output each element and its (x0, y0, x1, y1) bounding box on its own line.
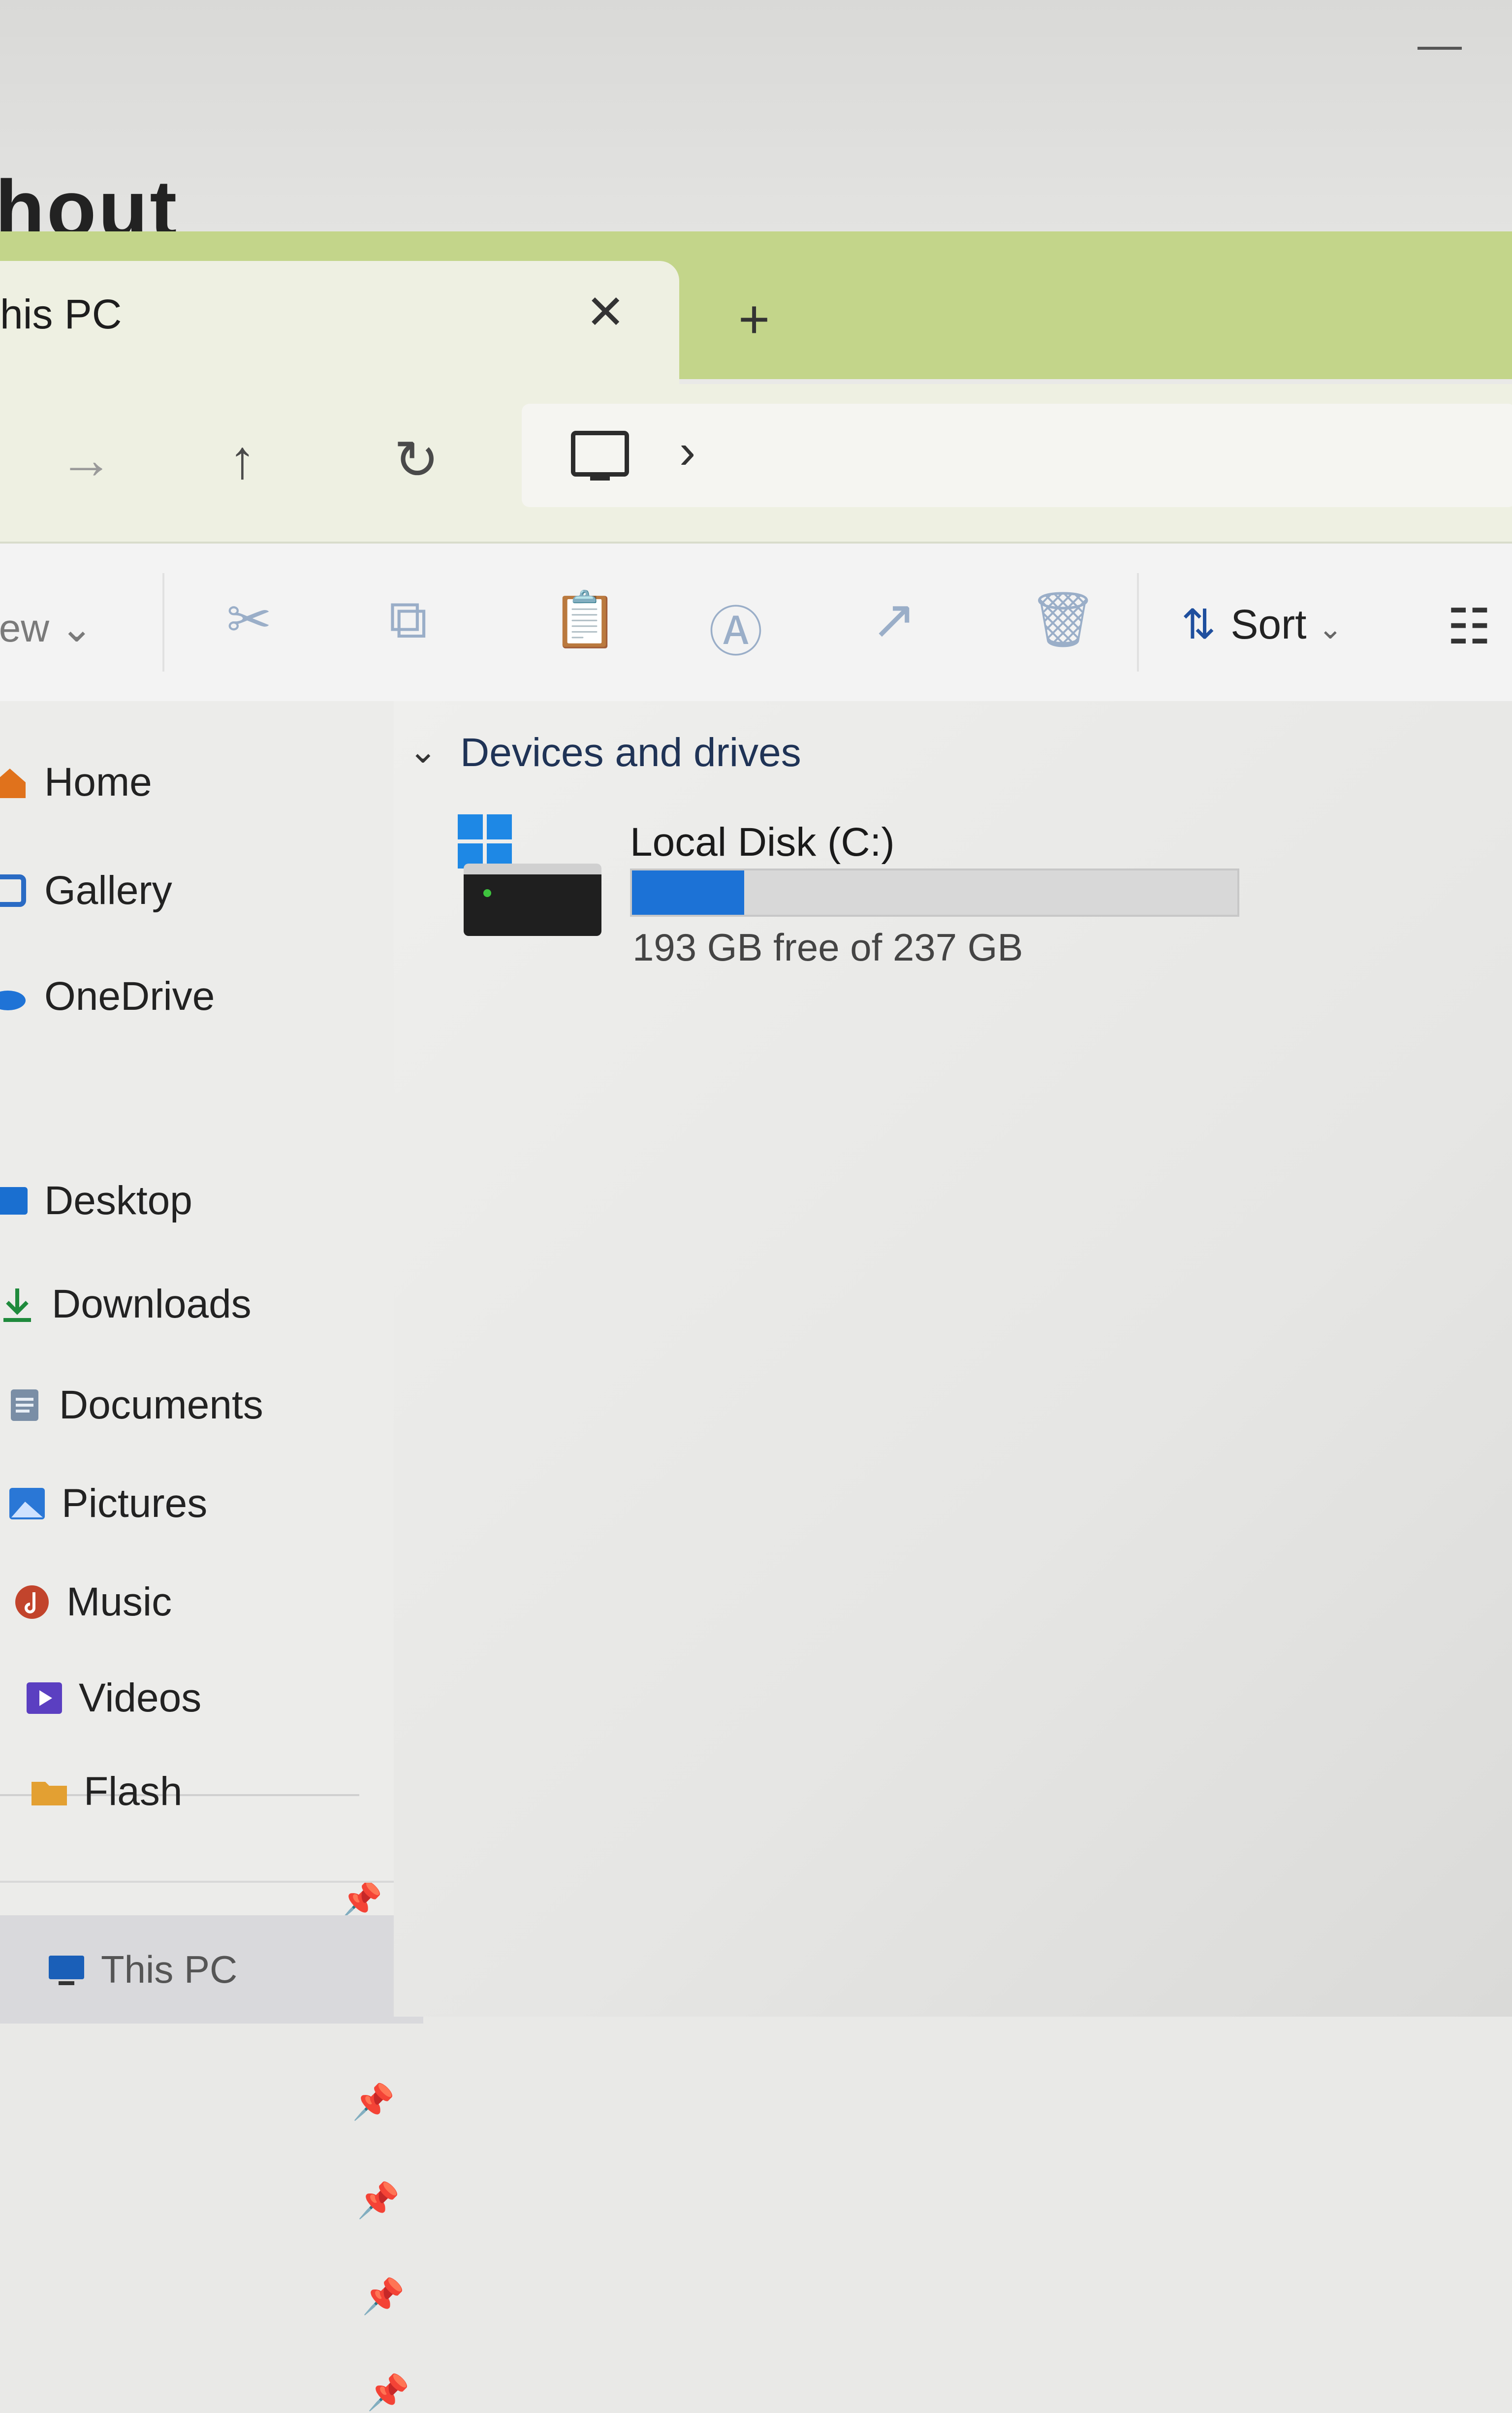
copy-icon[interactable]: ⧉ (389, 588, 428, 651)
documents-icon (11, 1389, 38, 1421)
windows-logo-icon (458, 814, 512, 869)
sidebar-item-downloads[interactable]: Downloads (0, 1272, 252, 1336)
paste-icon[interactable]: 📋 (551, 588, 619, 651)
sidebar-item-label: Desktop (44, 1178, 192, 1223)
divider (162, 573, 164, 672)
forward-icon[interactable]: → (59, 428, 113, 491)
command-bar: lew ⌄ ✂ ⧉ 📋 Ⓐ ↗ 🗑 ⇅ Sort ⌄ ☷ (0, 542, 1512, 703)
onedrive-icon (0, 991, 26, 1010)
sidebar-item-label: Home (44, 760, 152, 804)
sidebar-item-onedrive[interactable]: OneDrive (0, 965, 215, 1029)
drive-usage-fill (632, 870, 745, 915)
close-tab-icon[interactable]: ✕ (586, 285, 625, 340)
up-icon[interactable]: ↑ (229, 428, 256, 491)
rename-icon[interactable]: Ⓐ (709, 588, 763, 667)
desktop-icon (0, 1187, 28, 1215)
sidebar-item-documents[interactable]: Documents (5, 1373, 263, 1437)
sidebar-item-label: Videos (79, 1675, 202, 1720)
sidebar-item-label: Documents (59, 1383, 263, 1427)
desktop-background (0, 0, 1512, 256)
sort-icon: ⇅ (1181, 601, 1216, 647)
videos-icon (27, 1682, 62, 1714)
gallery-icon (0, 874, 26, 907)
folder-icon (32, 1782, 67, 1805)
cut-icon[interactable]: ✂ (226, 588, 272, 651)
sidebar-divider (0, 1881, 423, 1883)
pin-icon[interactable]: 📌 (367, 2373, 410, 2413)
drive-name: Local Disk (C:) (630, 820, 895, 865)
this-pc-icon (49, 1956, 84, 1985)
chevron-down-icon[interactable]: ⌄ (409, 731, 438, 771)
sidebar-item-label: Gallery (44, 868, 172, 913)
tab-this-pc[interactable]: his PC ✕ (0, 261, 679, 384)
new-tab-button[interactable]: + (738, 288, 770, 351)
sidebar-item-label: This PC (101, 1947, 238, 1991)
sidebar-item-music[interactable]: Music (12, 1570, 172, 1634)
downloads-icon (3, 1288, 31, 1322)
sidebar-item-this-pc[interactable]: This PC (0, 1915, 423, 2024)
sidebar-item-label: Downloads (52, 1282, 252, 1326)
pin-icon[interactable]: 📌 (352, 2082, 395, 2123)
delete-icon[interactable]: 🗑 (1029, 588, 1098, 651)
pictures-icon (9, 1488, 45, 1519)
file-list-pane: ⌄ Devices and drives Local Disk (C:) 193… (394, 701, 1512, 2017)
sidebar-item-label: Pictures (62, 1481, 208, 1526)
tab-title: his PC (0, 291, 122, 337)
pin-icon[interactable]: 📌 (357, 2181, 400, 2221)
sidebar-item-label: Music (66, 1579, 172, 1624)
sort-label: Sort (1230, 601, 1307, 647)
sidebar-item-flash[interactable]: Flash (30, 1760, 183, 1824)
breadcrumb-chevron-icon[interactable]: › (679, 423, 695, 480)
hard-drive-icon (464, 864, 601, 936)
sidebar-item-home[interactable]: Home (0, 750, 152, 814)
drive-tile[interactable]: Local Disk (C:) 193 GB free of 237 GB (458, 814, 1344, 972)
drive-usage-bar (630, 869, 1239, 917)
address-bar[interactable]: › (522, 404, 1512, 507)
section-header[interactable]: Devices and drives (460, 730, 801, 776)
refresh-icon[interactable]: ↻ (394, 428, 439, 491)
monitor-icon (571, 431, 629, 481)
pin-icon[interactable]: 📌 (362, 2277, 405, 2317)
sidebar-item-gallery[interactable]: Gallery (0, 859, 172, 923)
chevron-down-icon: ⌄ (60, 606, 94, 650)
view-options-icon[interactable]: ☷ (1447, 598, 1491, 655)
new-button-label: lew (0, 606, 50, 650)
minimize-icon[interactable]: — (1418, 20, 1462, 70)
divider (1137, 573, 1139, 672)
sort-button[interactable]: ⇅ Sort ⌄ (1181, 600, 1343, 648)
sidebar-item-desktop[interactable]: Desktop (0, 1169, 192, 1233)
drive-free-space: 193 GB free of 237 GB (632, 926, 1023, 969)
navigation-pane: Home Gallery OneDrive Desktop 📌 Download… (0, 701, 410, 2412)
this-pc-item: This PC (47, 1937, 237, 2001)
new-button[interactable]: lew ⌄ (0, 605, 93, 651)
chevron-down-icon: ⌄ (1318, 612, 1343, 645)
sidebar-item-pictures[interactable]: Pictures (7, 1472, 207, 1536)
sidebar-item-label: OneDrive (44, 974, 215, 1019)
pin-icon[interactable]: 📌 (340, 1880, 382, 1921)
music-icon (15, 1585, 49, 1619)
sidebar-item-videos[interactable]: Videos (25, 1666, 201, 1730)
sidebar-item-label: Flash (84, 1769, 183, 1814)
navigation-bar: → ↑ ↻ › (0, 384, 1512, 542)
home-icon (0, 769, 26, 798)
share-icon[interactable]: ↗ (871, 588, 916, 651)
